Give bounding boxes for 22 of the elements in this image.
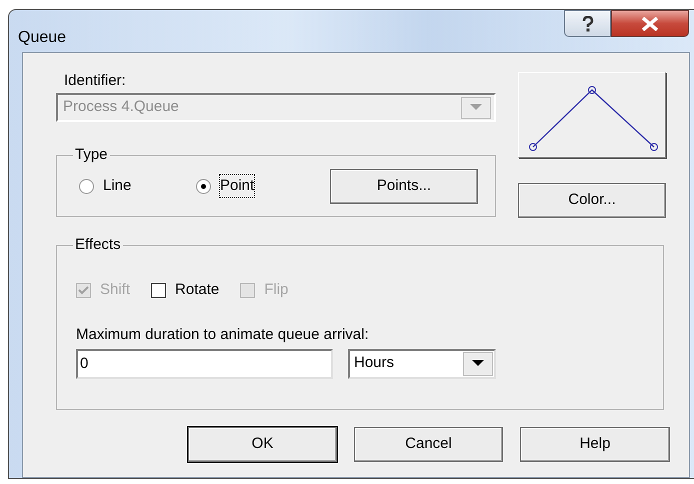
radio-button[interactable] [79, 178, 94, 194]
dialog-button[interactable]: Help [520, 427, 670, 462]
question-mark-icon [580, 16, 594, 32]
help-button[interactable] [564, 10, 611, 37]
checkbox-label: Shift [100, 280, 130, 300]
checkbox[interactable] [151, 282, 166, 298]
identifier-label: Identifier: [64, 72, 127, 90]
checkbox-label: Rotate [175, 280, 220, 300]
points-button[interactable]: Points... [330, 168, 478, 204]
dialog-button[interactable]: Cancel [354, 427, 503, 462]
radio-label: Line [103, 176, 132, 196]
close-button[interactable] [611, 10, 689, 37]
checkbox-label: Flip [264, 280, 288, 300]
dialog-button[interactable]: OK [188, 427, 337, 462]
radio-button[interactable] [196, 178, 211, 194]
unit-dropdown[interactable]: Hours [348, 348, 496, 378]
duration-field[interactable]: 0 [76, 348, 333, 378]
close-icon [641, 16, 659, 30]
radio-label: Point [220, 174, 254, 198]
duration-label: Maximum duration to animate queue arrival: [76, 326, 370, 344]
window-title: Queue [18, 28, 66, 48]
color-button[interactable]: Color... [518, 183, 666, 218]
